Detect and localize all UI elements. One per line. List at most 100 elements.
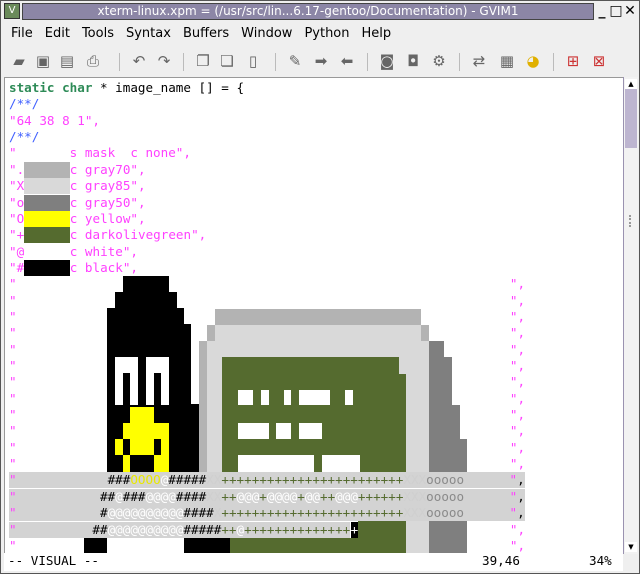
pixel-chars: ####: [175, 488, 207, 504]
menu-edit[interactable]: Edit: [39, 23, 76, 45]
pixel-chars: ": [509, 505, 518, 521]
copy-icon[interactable]: ❏: [217, 51, 237, 71]
split-window-icon[interactable]: ⊠: [589, 51, 609, 71]
pixel-chars: @@@: [236, 488, 260, 504]
pixel-row-open-quote: ": [9, 390, 17, 406]
pixel-chars: ###: [122, 488, 146, 504]
pixel-chars: ,: [517, 505, 525, 521]
menu-python[interactable]: Python: [298, 23, 355, 45]
monitor-pixels: [429, 405, 460, 439]
color-swatch: [24, 259, 70, 276]
screen-text-pixels: [322, 455, 360, 472]
maximize-button[interactable]: □: [609, 2, 623, 20]
undo-icon[interactable]: ↶: [129, 51, 149, 71]
tag-list-icon[interactable]: ▦: [497, 51, 517, 71]
color-name: c gray50",: [69, 194, 146, 210]
pixel-chars: ++++++++++++++: [244, 521, 351, 537]
title-bar[interactable]: V xterm-linux.xpm = (/usr/src/lin...6.17…: [1, 1, 639, 22]
pixel-chars: ,: [517, 488, 525, 504]
pixel-chars: @@@@@@@@@@: [107, 521, 184, 537]
pixel-chars: ++: [221, 521, 237, 537]
scroll-down-arrow-icon[interactable]: ▼: [625, 542, 637, 552]
scroll-up-arrow-icon[interactable]: ▲: [625, 79, 637, 89]
pixel-chars: ": [509, 472, 518, 488]
scrollbar-thumb[interactable]: [625, 89, 637, 148]
screen-text-pixels: [299, 390, 330, 405]
redo-icon[interactable]: ↷: [154, 51, 174, 71]
replace-icon[interactable]: ✎: [285, 51, 305, 71]
pixel-chars: @@@@@@@@@@: [107, 505, 184, 521]
menu-window[interactable]: Window: [235, 23, 298, 45]
pixel-chars: ####: [183, 505, 214, 521]
pixel-row-close-quote: ",: [509, 358, 526, 373]
toolbar-separator: [459, 53, 460, 71]
find-prev-icon[interactable]: ⬅: [337, 51, 357, 71]
text-editor-area[interactable]: static char * image_name [] = { /**/ "64…: [4, 77, 623, 554]
menu-help[interactable]: Help: [356, 23, 398, 45]
screen-text-pixels: [238, 423, 269, 439]
find-next-icon[interactable]: ➡: [311, 51, 331, 71]
pixel-chars: [464, 489, 510, 504]
scrollbar-grip-icon: [629, 215, 632, 227]
jump-tag-icon[interactable]: ◕: [523, 51, 543, 71]
print-icon[interactable]: ⎙: [83, 51, 103, 71]
monitor-pixels: [429, 521, 467, 538]
screen-text-pixels: [238, 455, 314, 472]
pixel-row-open-quote: ": [9, 276, 17, 292]
selected-line[interactable]: " ###OOOO@#####XX+++++++++++++++++++++++…: [9, 472, 525, 489]
cut-icon[interactable]: ❐: [193, 51, 213, 71]
close-button[interactable]: ✕: [623, 2, 637, 20]
monitor-pixels: [199, 341, 207, 472]
pixel-chars: [17, 505, 100, 520]
run-script-icon[interactable]: ⚙: [429, 51, 449, 71]
pixel-chars: @@@: [335, 488, 358, 504]
pixel-chars: ": [9, 472, 17, 488]
menu-tools[interactable]: Tools: [76, 23, 120, 45]
screen-text-pixels: [238, 390, 253, 405]
new-window-icon[interactable]: ⊞: [563, 51, 583, 71]
penguin-pixels: [107, 308, 184, 324]
pixel-chars: ++++++: [357, 488, 404, 504]
comment-line: /**/: [9, 129, 40, 144]
keyword: static char: [9, 80, 93, 95]
save-icon[interactable]: ▣: [33, 51, 53, 71]
gvim-window: V xterm-linux.xpm = (/usr/src/lin...6.17…: [0, 0, 640, 574]
menu-file[interactable]: File: [5, 23, 39, 45]
color-name: c gray70",: [69, 161, 146, 177]
mode-indicator: -- VISUAL --: [8, 553, 99, 568]
make-icon[interactable]: ⇄: [469, 51, 489, 71]
monitor-pixels: [429, 341, 444, 357]
save-session-icon[interactable]: ◘: [403, 51, 423, 71]
pixel-chars: XX: [206, 488, 222, 504]
selected-line[interactable]: " ##@###@@@@####XX++@@@+@@@@+@@++@@@++++…: [9, 488, 525, 505]
paste-icon[interactable]: ▯: [243, 51, 263, 71]
minimize-button[interactable]: _: [595, 2, 609, 20]
menu-buffers[interactable]: Buffers: [177, 23, 235, 45]
color-definition-line: "o c gray50",: [9, 194, 146, 211]
pixel-row-open-quote: ": [9, 423, 17, 439]
selected-line[interactable]: " #@@@@@@@@@@####X++++++++++++++++++++++…: [9, 505, 525, 522]
pixel-row-close-quote: ",: [509, 308, 526, 324]
pixel-row-open-quote: ": [9, 439, 17, 455]
gvim-app-icon[interactable]: V: [4, 3, 20, 19]
pixel-row-open-quote: ": [9, 407, 17, 422]
open-icon[interactable]: ▰: [9, 51, 29, 71]
color-char: "#: [9, 259, 25, 275]
pixel-chars: ": [9, 521, 17, 537]
vertical-scrollbar[interactable]: ▲ ▼: [623, 77, 638, 554]
pixel-chars: OOOO: [130, 472, 161, 488]
selected-line[interactable]: " ##@@@@@@@@@@#####++@++++++++++++++: [9, 521, 351, 538]
monitor-pixels: [429, 439, 467, 472]
pixel-row-open-quote: ": [9, 537, 17, 553]
pixel-chars: #####: [183, 521, 222, 537]
save-all-icon[interactable]: ▤: [57, 51, 77, 71]
monitor-pixels: [215, 309, 421, 325]
pixel-chars: [17, 472, 108, 487]
color-swatch: [24, 178, 70, 195]
load-session-icon[interactable]: ◙: [377, 51, 397, 71]
color-swatch: [24, 243, 70, 260]
color-name: c yellow",: [69, 210, 146, 226]
pixel-chars: XXX: [403, 505, 427, 521]
comment-line: /**/: [9, 96, 40, 111]
menu-syntax[interactable]: Syntax: [120, 23, 177, 45]
